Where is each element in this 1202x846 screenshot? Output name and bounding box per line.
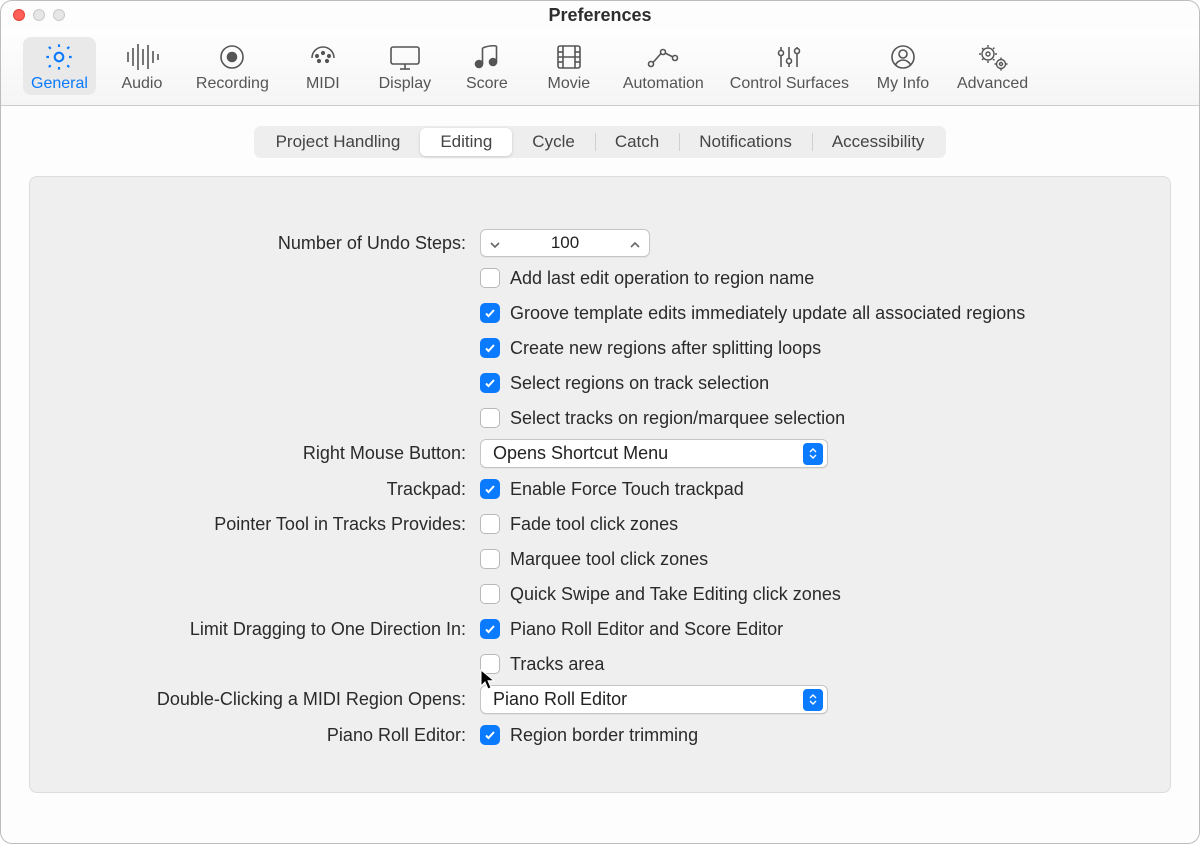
window-title: Preferences	[1, 5, 1199, 26]
tab-score[interactable]: Score	[451, 37, 523, 95]
select-regions-label: Select regions on track selection	[510, 373, 769, 394]
create-regions-checkbox[interactable]	[480, 338, 500, 358]
region-border-checkbox[interactable]	[480, 725, 500, 745]
tracks-area-limit-label: Tracks area	[510, 654, 604, 675]
subtab-cycle[interactable]: Cycle	[512, 128, 595, 156]
marquee-zones-checkbox[interactable]	[480, 549, 500, 569]
tab-display[interactable]: Display	[369, 37, 441, 95]
tab-label: My Info	[877, 75, 929, 93]
quick-swipe-checkbox[interactable]	[480, 584, 500, 604]
display-icon	[385, 41, 425, 73]
score-icon	[467, 41, 507, 73]
tab-advanced[interactable]: Advanced	[949, 37, 1036, 95]
tab-label: Automation	[623, 75, 704, 93]
tab-control-surfaces[interactable]: Control Surfaces	[722, 37, 857, 95]
gear-icon	[39, 41, 79, 73]
sliders-icon	[769, 41, 809, 73]
titlebar: Preferences	[1, 1, 1199, 29]
groove-template-checkbox[interactable]	[480, 303, 500, 323]
subtab-project-handling[interactable]: Project Handling	[256, 128, 421, 156]
tab-movie[interactable]: Movie	[533, 37, 605, 95]
dropdown-icon	[803, 443, 823, 465]
piano-roll-editor-label: Piano Roll Editor:	[60, 725, 480, 746]
tab-label: Score	[466, 75, 508, 93]
region-border-label: Region border trimming	[510, 725, 698, 746]
tab-general[interactable]: General	[23, 37, 96, 95]
undo-steps-label: Number of Undo Steps:	[60, 233, 480, 254]
tab-label: General	[31, 75, 88, 93]
tab-automation[interactable]: Automation	[615, 37, 712, 95]
tab-label: Control Surfaces	[730, 75, 849, 93]
film-icon	[549, 41, 589, 73]
quick-swipe-label: Quick Swipe and Take Editing click zones	[510, 584, 841, 605]
force-touch-checkbox[interactable]	[480, 479, 500, 499]
right-mouse-select[interactable]: Opens Shortcut Menu	[480, 439, 828, 468]
subtab-notifications[interactable]: Notifications	[679, 128, 812, 156]
piano-roll-limit-checkbox[interactable]	[480, 619, 500, 639]
stepper-up-icon[interactable]	[621, 233, 649, 254]
editing-panel: Number of Undo Steps: 100	[29, 176, 1171, 793]
tab-audio[interactable]: Audio	[106, 37, 178, 95]
user-icon	[883, 41, 923, 73]
force-touch-label: Enable Force Touch trackpad	[510, 479, 744, 500]
tab-recording[interactable]: Recording	[188, 37, 277, 95]
tab-label: MIDI	[306, 75, 340, 93]
piano-roll-limit-label: Piano Roll Editor and Score Editor	[510, 619, 783, 640]
automation-icon	[643, 41, 683, 73]
tab-midi[interactable]: MIDI	[287, 37, 359, 95]
double-click-label: Double-Clicking a MIDI Region Opens:	[60, 689, 480, 710]
fade-zones-label: Fade tool click zones	[510, 514, 678, 535]
tracks-area-limit-checkbox[interactable]	[480, 654, 500, 674]
trackpad-label: Trackpad:	[60, 479, 480, 500]
waveform-icon	[122, 41, 162, 73]
tab-label: Display	[379, 75, 431, 93]
limit-dragging-label: Limit Dragging to One Direction In:	[60, 619, 480, 640]
subtab-editing[interactable]: Editing	[420, 128, 512, 156]
subtab-accessibility[interactable]: Accessibility	[812, 128, 945, 156]
select-tracks-label: Select tracks on region/marquee selectio…	[510, 408, 845, 429]
create-regions-label: Create new regions after splitting loops	[510, 338, 821, 359]
tab-label: Advanced	[957, 75, 1028, 93]
fade-zones-checkbox[interactable]	[480, 514, 500, 534]
tab-label: Recording	[196, 75, 269, 93]
gears-icon	[973, 41, 1013, 73]
double-click-value: Piano Roll Editor	[493, 689, 627, 710]
add-last-edit-checkbox[interactable]	[480, 268, 500, 288]
tab-my-info[interactable]: My Info	[867, 37, 939, 95]
pointer-tool-label: Pointer Tool in Tracks Provides:	[60, 514, 480, 535]
undo-steps-stepper[interactable]: 100	[480, 229, 650, 257]
subtab-catch[interactable]: Catch	[595, 128, 679, 156]
record-icon	[212, 41, 252, 73]
groove-template-label: Groove template edits immediately update…	[510, 303, 1025, 324]
tab-label: Movie	[548, 75, 591, 93]
midi-icon	[303, 41, 343, 73]
add-last-edit-label: Add last edit operation to region name	[510, 268, 814, 289]
stepper-down-icon[interactable]	[481, 233, 509, 254]
dropdown-icon	[803, 689, 823, 711]
subtab-segment: Project Handling Editing Cycle Catch Not…	[254, 126, 947, 158]
select-tracks-checkbox[interactable]	[480, 408, 500, 428]
prefs-toolbar: General Audio Recording MIDI Display	[1, 29, 1199, 106]
select-regions-checkbox[interactable]	[480, 373, 500, 393]
right-mouse-label: Right Mouse Button:	[60, 443, 480, 464]
double-click-select[interactable]: Piano Roll Editor	[480, 685, 828, 714]
right-mouse-value: Opens Shortcut Menu	[493, 443, 668, 464]
undo-steps-value: 100	[509, 233, 621, 253]
tab-label: Audio	[121, 75, 162, 93]
marquee-zones-label: Marquee tool click zones	[510, 549, 708, 570]
